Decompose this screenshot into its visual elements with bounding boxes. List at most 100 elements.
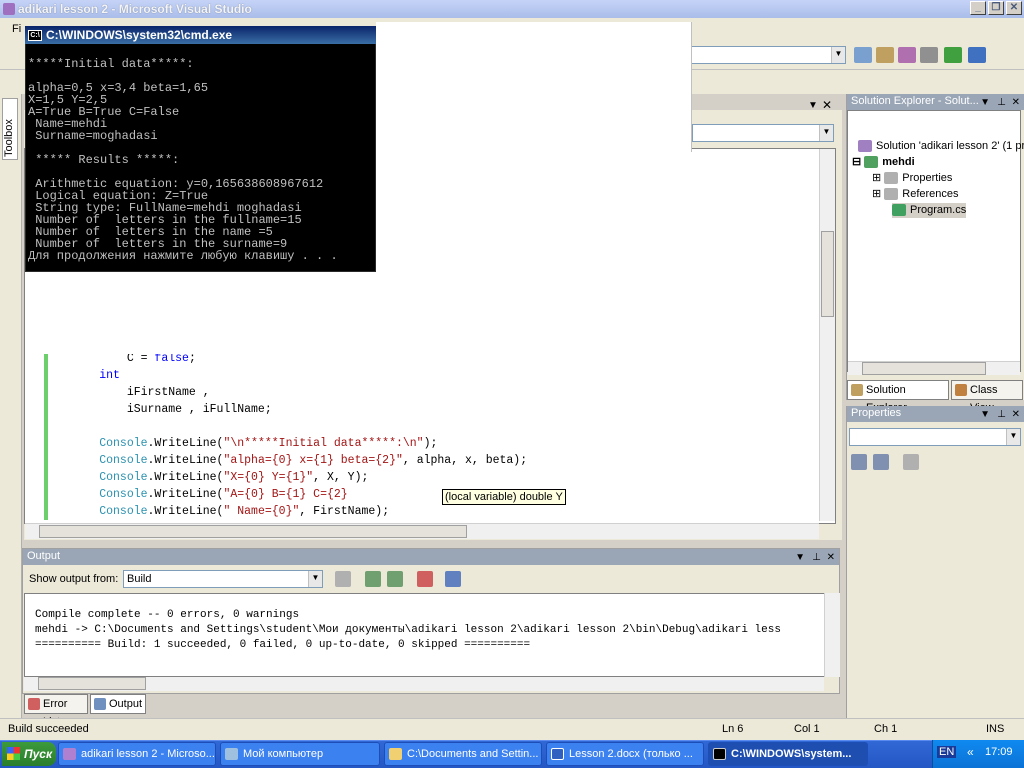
code-line: iSurname , iFullName; [44,403,272,416]
window-titlebar: adikari lesson 2 - Microsoft Visual Stud… [0,0,1024,18]
prev-icon[interactable] [365,571,381,587]
dropdown-icon[interactable]: ▼ [795,550,805,565]
tab-class-view[interactable]: Class View [951,380,1023,414]
alphabetical-icon[interactable] [873,454,889,470]
solution-hscroll[interactable] [848,361,1020,375]
quickinfo-tooltip: (local variable) double Y [442,489,566,505]
taskbar-item-my-computer[interactable]: Мой компьютер [220,742,380,766]
toolbox-tab[interactable]: Toolbox [2,98,18,160]
output-vscroll[interactable] [824,593,840,677]
taskbar-item-explorer[interactable]: C:\Documents and Settin... [384,742,542,766]
properties-header: Properties ▼ ⊥ ✕ [847,406,1024,422]
code-line: Console.WriteLine(" Name={0}", FirstName… [99,505,390,518]
code-line: iFirstName , [44,386,210,399]
console-titlebar[interactable]: C:\ C:\WINDOWS\system32\cmd.exe [25,26,376,44]
solution-tree[interactable]: Solution 'adikari lesson 2' (1 pro ⊟ meh… [847,110,1024,375]
editor-vscroll-thumb[interactable] [821,231,834,317]
output-tab-label: Output [109,698,143,710]
taskbar-item-visual-studio[interactable]: adikari lesson 2 - Microso... [58,742,216,766]
dropdown-icon[interactable]: ▼ [980,95,990,110]
tree-project[interactable]: ⊟ mehdi [852,155,915,170]
tree-item[interactable]: Program.cs [892,203,967,218]
next-icon[interactable] [387,571,403,587]
solution-hscroll-thumb[interactable] [862,362,986,375]
output-text[interactable]: Compile complete -- 0 errors, 0 warnings… [24,593,830,677]
tools-icon[interactable] [920,47,938,63]
taskbar-item-cmd[interactable]: C:\WINDOWS\system... [708,742,868,766]
pin-icon[interactable]: ⊥ [997,95,1006,110]
pin-icon[interactable]: ⊥ [812,550,821,565]
member-combo[interactable]: ▼ [692,124,834,142]
categorized-icon[interactable] [851,454,867,470]
expand-icon[interactable]: ⊞ [872,172,881,184]
console-repaint-area [376,22,692,152]
visual-studio-icon [63,748,76,760]
chevron-down-icon: ▼ [1006,429,1020,445]
clear-all-icon[interactable] [417,571,433,587]
maximize-button[interactable]: ❐ [988,1,1004,15]
properties-pane: Properties ▼ ⊥ ✕ ▼ [846,406,1024,718]
output-hscroll[interactable] [24,677,824,691]
chevron-down-icon: ▼ [831,47,845,63]
tab-error-list[interactable]: Error List [24,694,88,728]
goto-icon[interactable] [335,571,351,587]
pin-icon[interactable]: ⊥ [997,407,1006,422]
tree-solution[interactable]: Solution 'adikari lesson 2' (1 pro [858,139,1024,154]
code-line: Console.WriteLine("\n*****Initial data**… [99,437,438,450]
console-output: *****Initial data*****: alpha=0,5 x=3,4 b… [28,58,374,268]
output-pane-title: Output [27,550,61,562]
close-button[interactable]: ✕ [1006,1,1022,15]
solution-explorer-icon[interactable] [876,47,894,63]
properties-icon[interactable] [898,47,916,63]
editor-hscroll-thumb[interactable] [39,525,467,538]
taskbar-item-word[interactable]: Lesson 2.docx (только ... [546,742,704,766]
word-wrap-icon[interactable] [445,571,461,587]
output-pane-header: Output ▼ ⊥ ✕ [23,549,839,565]
dropdown-icon[interactable]: ▼ [980,407,990,422]
find-icon[interactable] [854,47,872,63]
cs-file-icon [892,204,906,217]
start-button[interactable]: Пуск [2,742,56,766]
project-icon [864,156,879,169]
dropdown-icon[interactable]: ▼ [808,100,818,111]
expand-icon[interactable]: ⊞ [872,188,881,200]
tree-item[interactable]: ⊞ Properties [872,171,952,186]
code-line: int [99,369,120,382]
vs-logo-icon [3,3,15,15]
system-tray: EN « 17:09 [932,740,1024,768]
window-icon[interactable] [968,47,986,63]
output-source-select[interactable]: Build ▼ [123,570,323,588]
console-icon [713,748,726,760]
toolbox-icon[interactable] [944,47,962,63]
language-indicator[interactable]: EN [937,746,957,758]
window-title: adikari lesson 2 - Microsoft Visual Stud… [18,2,252,16]
console-line: Для продолжения нажмите любую клавишу . … [28,249,338,263]
folder-icon [389,748,402,760]
minimize-button[interactable]: _ [970,1,986,15]
object-select[interactable]: ▼ [849,428,1021,446]
close-icon[interactable]: ✕ [1012,95,1020,110]
console-repaint-area [26,272,376,354]
solution-explorer-header: Solution Explorer - Solut... ▼ ⊥ ✕ [847,94,1024,110]
editor-hscroll[interactable] [25,523,819,539]
close-icon[interactable]: ✕ [822,98,832,112]
collapse-icon[interactable]: ⊟ [852,156,861,168]
find-combo[interactable]: ▼ [690,46,846,64]
output-hscroll-thumb[interactable] [38,677,146,690]
status-message: Build succeeded [8,723,89,735]
close-icon[interactable]: ✕ [1012,407,1020,422]
close-icon[interactable]: ✕ [827,550,835,565]
status-col: Col 1 [794,723,820,735]
solution-icon [858,140,872,153]
console-line: *****Initial data*****: [28,57,194,71]
tray-expand-icon[interactable]: « [967,745,974,759]
tab-output[interactable]: Output [90,694,146,714]
solution-explorer-title: Solution Explorer - Solut... [851,95,979,107]
tree-item[interactable]: ⊞ References [872,187,959,202]
code-view[interactable]: C = false; int iFirstName , iSurname , i… [44,350,824,522]
properties-title: Properties [851,407,902,419]
menu-file[interactable]: Fi [12,23,21,35]
property-pages-icon[interactable] [903,454,919,470]
tab-solution-explorer[interactable]: Solution Explorer [847,380,949,414]
